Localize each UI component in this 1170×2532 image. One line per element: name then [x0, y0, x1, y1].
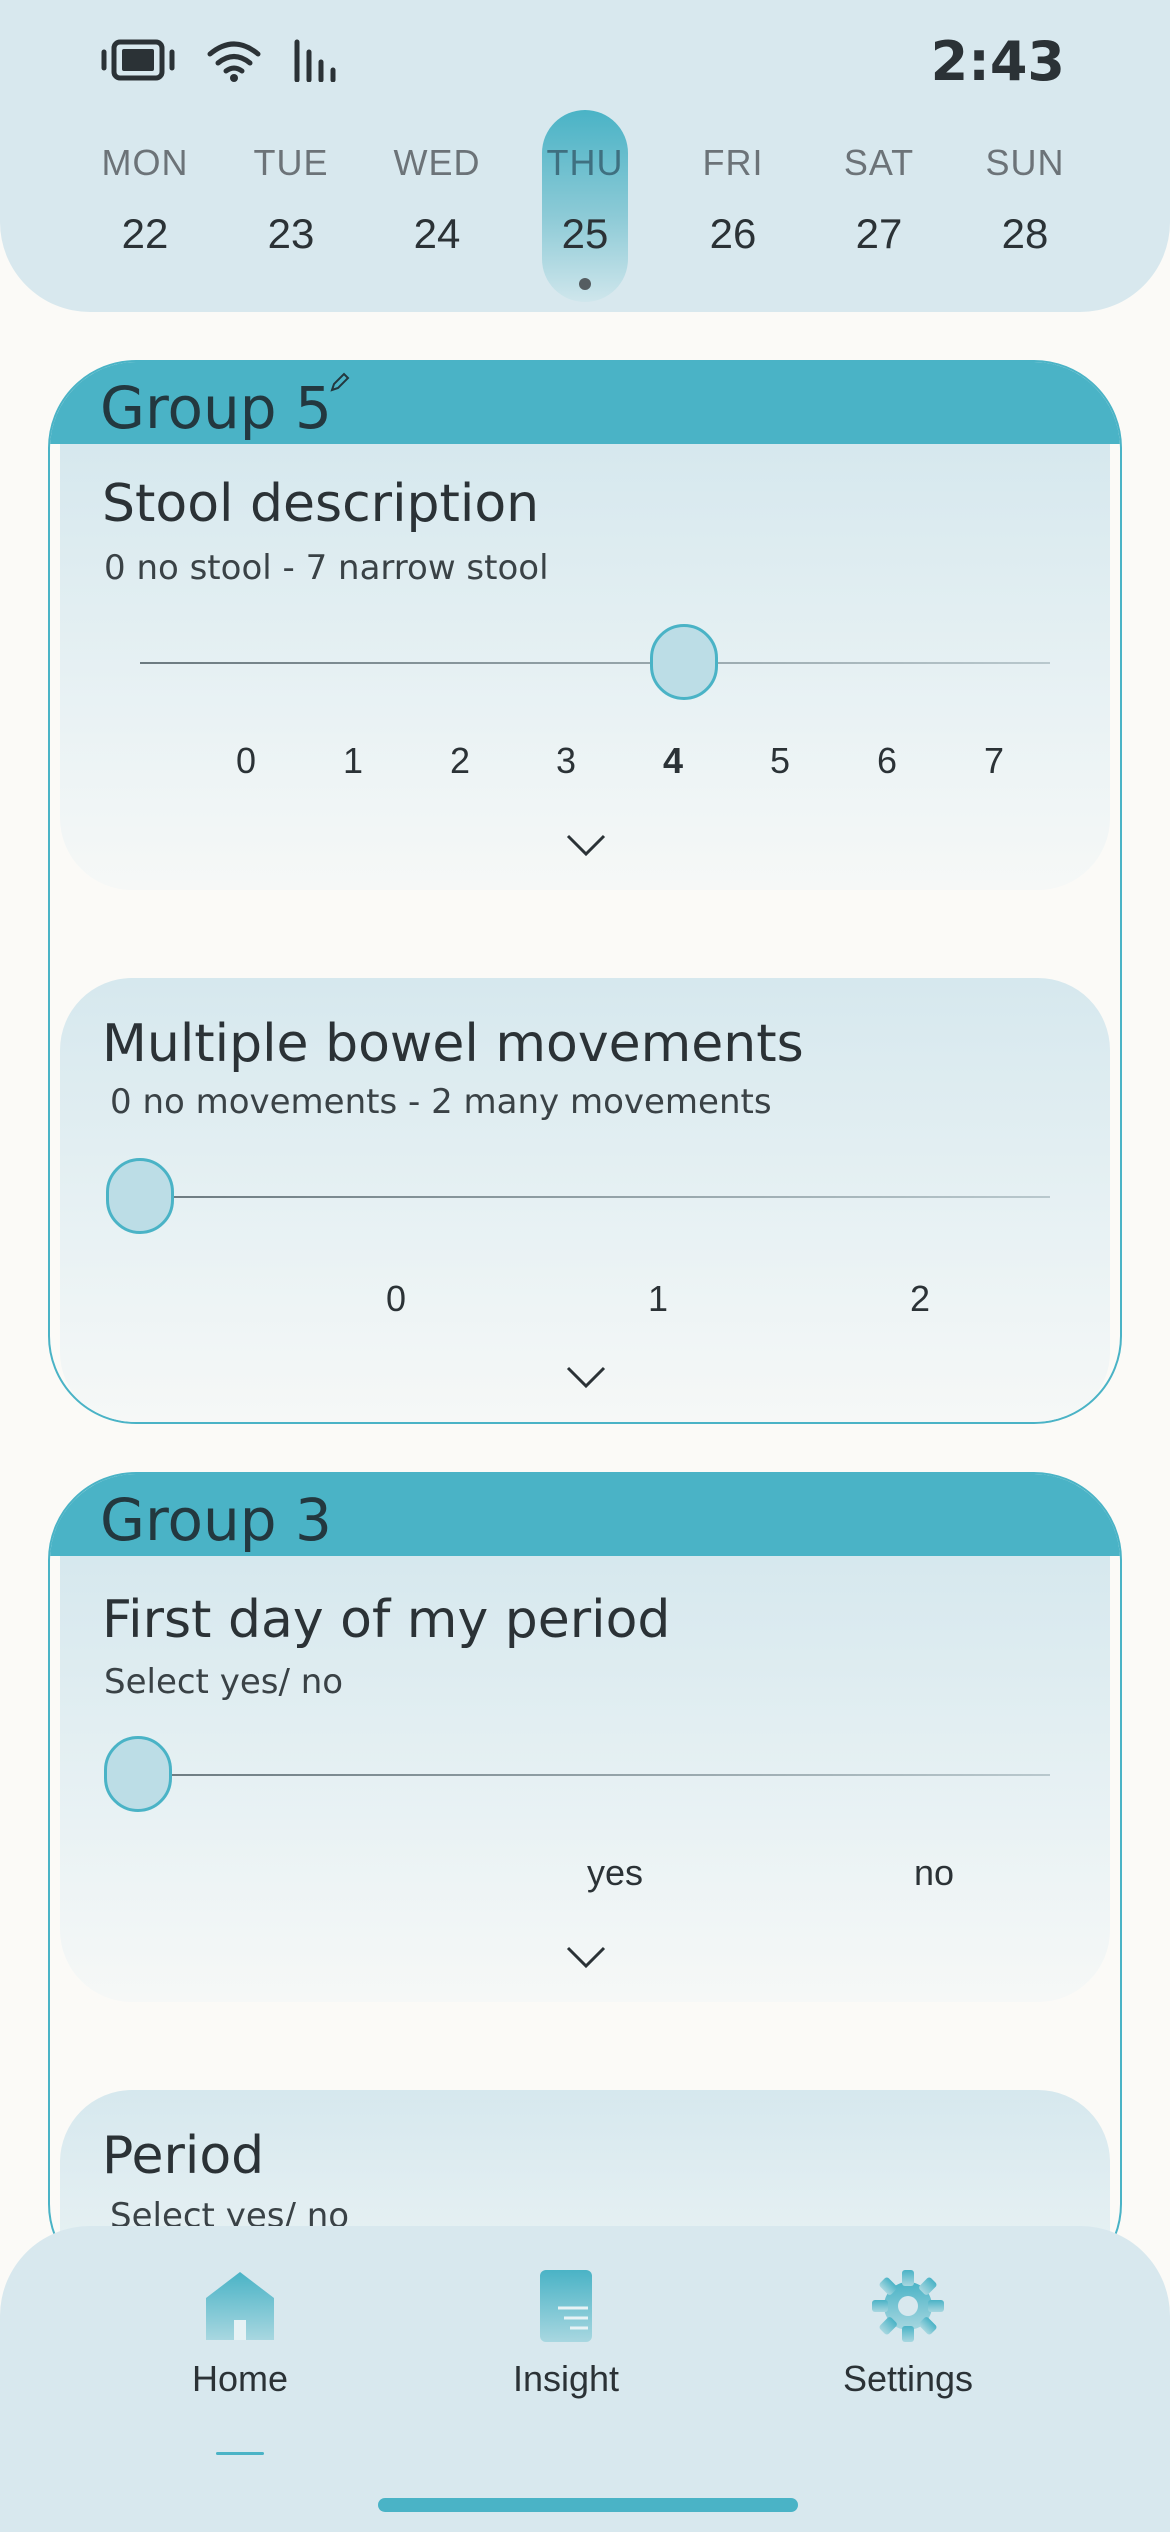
group-3: Group 3 First day of my period Select ye… — [48, 1472, 1122, 2292]
nav-label: Insight — [512, 2358, 620, 2399]
active-indicator — [216, 2452, 264, 2455]
home-indicator[interactable] — [378, 2498, 798, 2512]
day-name: WED — [393, 142, 481, 183]
nav-label: Home — [191, 2358, 289, 2399]
slider-track[interactable] — [150, 1196, 1050, 1198]
status-time: 2:43 — [930, 30, 1065, 93]
tick-label: 5 — [769, 740, 791, 781]
day-number: 28 — [1001, 210, 1049, 257]
day-thu[interactable]: THU 25 — [520, 110, 650, 302]
day-name: MON — [101, 142, 189, 183]
group-header: Group 3 — [50, 1474, 1120, 1556]
slider-thumb[interactable] — [650, 624, 718, 700]
day-number: 22 — [80, 210, 210, 258]
tick-label-selected: 4 — [662, 740, 684, 781]
tick-label: yes — [586, 1852, 644, 1893]
tick-label: no — [913, 1852, 955, 1893]
wifi-icon — [206, 38, 262, 86]
bottom-nav: Home Insight Settings — [0, 2226, 1170, 2532]
chevron-down-icon[interactable] — [566, 834, 606, 858]
chevron-down-icon[interactable] — [566, 1366, 606, 1390]
slider-thumb[interactable] — [106, 1158, 174, 1234]
card-title: Period — [102, 2126, 265, 2186]
status-icons — [100, 38, 340, 86]
day-name: SUN — [985, 142, 1065, 183]
gear-icon — [870, 2270, 946, 2348]
week-strip: MON 22 TUE 23 WED 24 THU 25 FRI 26 SAT 2… — [70, 110, 1100, 302]
tick-label: 2 — [909, 1278, 931, 1319]
signal-icon — [292, 38, 340, 86]
nav-settings[interactable]: Settings — [808, 2268, 1008, 2400]
group-5: Group 5 Stool description 0 no stool - 7… — [48, 360, 1122, 1424]
selected-day-dot — [579, 278, 591, 290]
chevron-down-icon[interactable] — [566, 1946, 606, 1970]
tick-label: 0 — [235, 740, 257, 781]
card-subtitle: 0 no movements - 2 many movements — [110, 1082, 772, 1122]
day-name: THU — [546, 142, 624, 183]
group-title: Group 5 — [100, 374, 332, 442]
group-title: Group 3 — [100, 1486, 332, 1554]
nav-insight[interactable]: Insight — [466, 2268, 666, 2400]
tick-label: 0 — [385, 1278, 407, 1319]
tick-label: 6 — [876, 740, 898, 781]
tick-label: 7 — [983, 740, 1005, 781]
day-number: 24 — [413, 210, 461, 257]
header: 2:43 MON 22 TUE 23 WED 24 THU 25 FRI 26 … — [0, 0, 1170, 312]
edit-icon[interactable] — [328, 370, 352, 398]
card-subtitle: Select yes/ no — [104, 1662, 344, 1702]
day-sat[interactable]: SAT 27 — [814, 110, 944, 300]
card-title: Multiple bowel movements — [102, 1014, 804, 1074]
day-name: FRI — [702, 142, 764, 183]
day-name: TUE — [253, 142, 329, 183]
day-number: 25 — [561, 210, 609, 257]
first-day-period-card: First day of my period Select yes/ no ye… — [60, 1556, 1110, 2002]
card-title: Stool description — [102, 474, 540, 534]
day-fri[interactable]: FRI 26 — [668, 110, 798, 300]
slider-track[interactable] — [140, 1774, 1050, 1776]
day-number: 23 — [267, 210, 315, 257]
day-number: 26 — [709, 210, 757, 257]
day-mon[interactable]: MON 22 — [80, 110, 210, 300]
stool-description-card: Stool description 0 no stool - 7 narrow … — [60, 444, 1110, 890]
day-wed[interactable]: WED 24 — [372, 110, 502, 300]
tick-label: 2 — [449, 740, 471, 781]
home-icon — [202, 2272, 278, 2348]
day-name: SAT — [843, 142, 915, 183]
card-title: First day of my period — [102, 1590, 671, 1650]
group-header: Group 5 — [50, 362, 1120, 444]
nav-label: Settings — [842, 2358, 974, 2399]
bowel-movements-card: Multiple bowel movements 0 no movements … — [60, 978, 1110, 1422]
day-tue[interactable]: TUE 23 — [226, 110, 356, 300]
vibrate-icon — [100, 38, 176, 86]
slider-thumb[interactable] — [104, 1736, 172, 1812]
slider-track[interactable] — [140, 662, 1050, 664]
selected-day-pill — [542, 110, 628, 302]
day-sun[interactable]: SUN 28 — [960, 110, 1090, 300]
tick-label: 1 — [342, 740, 364, 781]
day-number: 27 — [855, 210, 903, 257]
card-subtitle: 0 no stool - 7 narrow stool — [104, 548, 549, 588]
insight-icon — [536, 2270, 596, 2348]
nav-home[interactable]: Home — [140, 2268, 340, 2455]
tick-label: 1 — [647, 1278, 669, 1319]
tick-label: 3 — [555, 740, 577, 781]
